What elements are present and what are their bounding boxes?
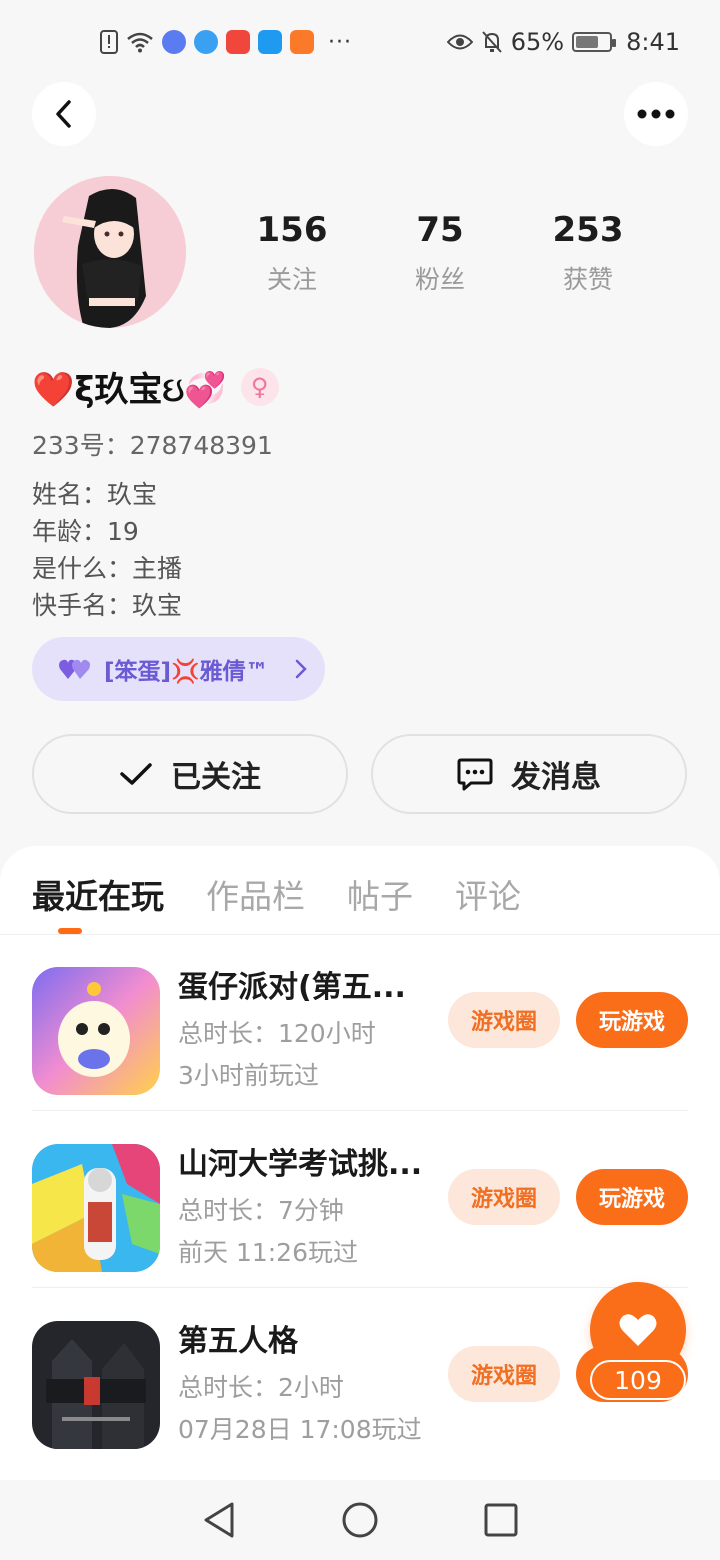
status-left-icons: ··· (100, 30, 352, 55)
more-button[interactable] (624, 82, 688, 146)
game-last-played: 前天 11:26玩过 (178, 1238, 358, 1267)
game-icon-eggy-party (32, 967, 160, 1095)
clock: 8:41 (626, 28, 680, 56)
browser-app-icon (194, 30, 218, 54)
eye-icon (446, 34, 473, 50)
bio-line: 姓名：玖宝 (32, 480, 158, 509)
battery-icon (572, 32, 617, 52)
followed-label: 已关注 (171, 760, 261, 795)
nav-back-icon[interactable] (202, 1501, 236, 1539)
bio-line: 年龄：19 (32, 517, 139, 546)
stat-value: 75 (416, 210, 464, 250)
game-row[interactable]: 蛋仔派对(第五... 总时长：120小时 3小时前玩过 游戏圈 玩游戏 (32, 934, 688, 1111)
avatar[interactable] (34, 176, 186, 328)
like-count: 109 (590, 1360, 686, 1400)
play-game-button[interactable]: 玩游戏 (576, 1169, 688, 1225)
tab-works[interactable]: 作品栏 (206, 870, 305, 918)
game-last-played: 07月28日 17:08玩过 (178, 1415, 422, 1444)
play-game-button[interactable]: 玩游戏 (576, 992, 688, 1048)
alert-icon (100, 30, 118, 54)
nickname: ❤️ξ玖宝ઇ💞 (32, 370, 227, 410)
stat-label: 关注 (266, 265, 317, 294)
bio-line: 是什么：主播 (32, 554, 183, 583)
user-id[interactable]: 233号：278748391 (32, 426, 273, 462)
fan-group-label: [笨蛋]💢雅倩™ (104, 659, 269, 685)
heart-icon (619, 1314, 657, 1346)
wifi-icon (127, 32, 153, 53)
system-nav-bar (0, 1480, 720, 1560)
game-duration: 总时长：7分钟 (178, 1196, 344, 1225)
tab-recent-played[interactable]: 最近在玩 (32, 870, 164, 918)
game-icon-exam-challenge (32, 1144, 160, 1272)
send-message-button[interactable]: 发消息 (371, 734, 687, 814)
more-notifications-icon: ··· (328, 29, 352, 55)
game-title: 第五人格 (178, 1324, 298, 1359)
more-dots-icon (637, 109, 675, 119)
back-button[interactable] (32, 82, 96, 146)
search-app-icon (258, 30, 282, 54)
chat-bubble-icon (457, 758, 493, 791)
nav-recents-icon[interactable] (484, 1503, 518, 1537)
game-circle-button[interactable]: 游戏圈 (448, 1346, 560, 1402)
send-message-label: 发消息 (511, 760, 601, 795)
game-title: 蛋仔派对(第五... (178, 970, 406, 1005)
bio-line: 快手名：玖宝 (32, 591, 183, 620)
bio: 姓名：玖宝 年龄：19 是什么：主播 快手名：玖宝 (32, 476, 182, 624)
tab-comments[interactable]: 评论 (455, 870, 521, 918)
status-right-icons: 65% 8:41 (446, 28, 680, 56)
tab-posts[interactable]: 帖子 (347, 870, 413, 918)
game-duration: 总时长：2小时 (178, 1373, 344, 1402)
bell-muted-icon (482, 31, 502, 53)
game-title: 山河大学考试挑... (178, 1147, 423, 1182)
nickname-row: ❤️ξ玖宝ઇ💞 ♀ (32, 362, 279, 411)
followed-button[interactable]: 已关注 (32, 734, 348, 814)
gender-female-icon: ♀ (240, 367, 279, 406)
stat-label: 获赞 (562, 265, 613, 294)
stat-following[interactable]: 156 关注 (218, 210, 366, 296)
hearts-icon (59, 659, 90, 679)
stat-likes[interactable]: 253 获赞 (514, 210, 662, 296)
game-circle-button[interactable]: 游戏圈 (448, 1169, 560, 1225)
game-row[interactable]: 山河大学考试挑... 总时长：7分钟 前天 11:26玩过 游戏圈 玩游戏 (32, 1111, 688, 1288)
profile-tabs: 最近在玩 作品栏 帖子 评论 (32, 870, 521, 918)
stat-value: 156 (256, 210, 328, 250)
shop-app-icon (226, 30, 250, 54)
video-app-icon (290, 30, 314, 54)
game-duration: 总时长：120小时 (178, 1019, 376, 1048)
profile-stats: 156 关注 75 粉丝 253 获赞 (218, 210, 662, 296)
battery-percent: 65% (510, 28, 565, 56)
stat-label: 粉丝 (414, 265, 465, 294)
fan-group-badge[interactable]: [笨蛋]💢雅倩™ (32, 637, 325, 701)
game-last-played: 3小时前玩过 (178, 1061, 319, 1090)
chevron-right-icon (295, 659, 307, 679)
avatar-image (34, 176, 186, 328)
game-icon-identity-v (32, 1321, 160, 1449)
nav-home-icon[interactable] (341, 1501, 379, 1539)
stat-value: 253 (552, 210, 624, 250)
music-app-icon (162, 30, 186, 54)
stat-fans[interactable]: 75 粉丝 (366, 210, 514, 296)
back-arrow-icon (56, 100, 71, 128)
game-circle-button[interactable]: 游戏圈 (448, 992, 560, 1048)
check-icon (120, 763, 152, 785)
status-bar: ··· 65% 8:41 (0, 0, 720, 84)
